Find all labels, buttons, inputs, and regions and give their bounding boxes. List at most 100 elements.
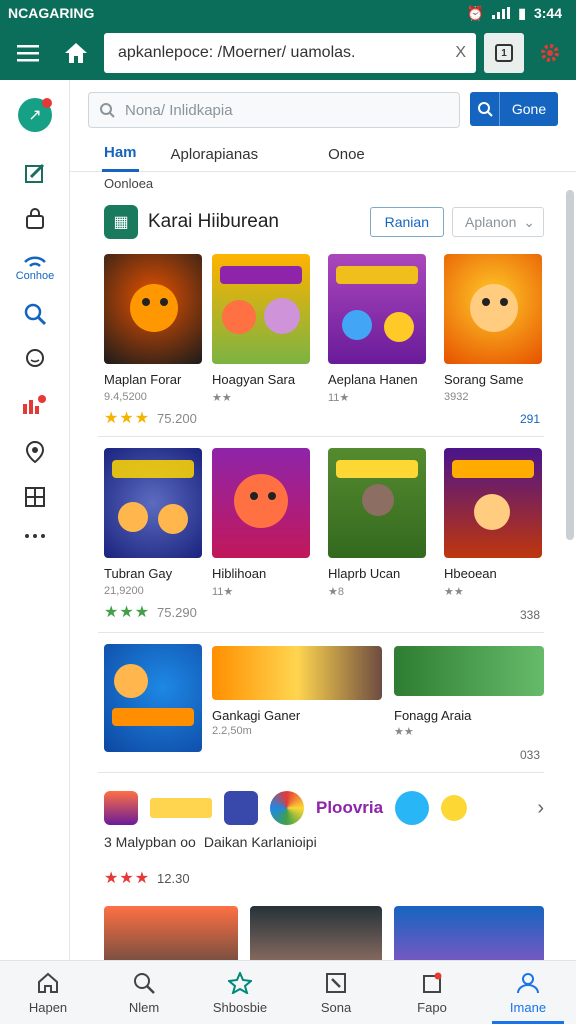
- chat-icon[interactable]: [0, 348, 70, 370]
- game-title: Hbeoean: [444, 566, 497, 581]
- location-icon[interactable]: [0, 440, 70, 464]
- app-logo-icon: ↗: [18, 98, 52, 132]
- status-carrier: NCAGARING: [8, 5, 95, 21]
- menu-icon[interactable]: [8, 33, 48, 73]
- search-input[interactable]: Nona/ Inlidkapia: [88, 92, 460, 128]
- rating: ★★★ 12.30: [104, 868, 190, 888]
- clear-url-button[interactable]: X: [455, 44, 466, 62]
- alarm-icon: ⏰: [466, 4, 485, 21]
- browser-toolbar: apkanlepoce: /Moerner/ uamolas. X 1: [0, 26, 576, 80]
- game-banner[interactable]: [104, 906, 238, 960]
- chevron-down-icon: ⌄: [523, 213, 535, 230]
- tab-ham[interactable]: Ham: [102, 136, 139, 172]
- divider: [98, 632, 544, 633]
- search-button[interactable]: Gone: [470, 92, 558, 126]
- game-thumbnail: [328, 254, 426, 364]
- item-count: 291: [520, 412, 541, 426]
- game-title: Maplan Forar: [104, 372, 182, 387]
- user-icon: [516, 970, 540, 996]
- left-rail: ↗ Conhoe: [0, 80, 70, 960]
- grid-icon[interactable]: [0, 486, 70, 508]
- game-thumbnail: [104, 644, 202, 752]
- search-icon: [133, 970, 155, 996]
- app-icon[interactable]: [395, 791, 430, 825]
- tab-count: 1: [495, 44, 513, 62]
- game-subtitle: 2.2,50m: [212, 725, 252, 737]
- game-card[interactable]: Sorang Same 3932: [444, 254, 544, 403]
- home-icon[interactable]: [56, 33, 96, 73]
- rail-connect[interactable]: Conhoe: [0, 254, 70, 282]
- lock-icon[interactable]: [0, 208, 70, 230]
- game-card[interactable]: Tubran Gay 21,9200: [104, 448, 204, 597]
- game-card[interactable]: Hiblihoan 11★: [212, 448, 312, 598]
- filter-select[interactable]: Aplanon ⌄: [452, 207, 544, 237]
- game-title: Fonagg Araia: [394, 708, 472, 723]
- nav-tools[interactable]: Sona: [288, 961, 384, 1024]
- tab-apps[interactable]: Aplorapianas: [171, 136, 259, 172]
- app-icon[interactable]: [224, 791, 258, 825]
- game-thumbnail: [212, 254, 310, 364]
- game-card[interactable]: Hoagyan Sara ★★: [212, 254, 312, 404]
- game-card[interactable]: Aeplana Hanen 11★: [328, 254, 428, 404]
- rating-stars: ★★★: [104, 870, 151, 887]
- nav-search[interactable]: Nlem: [96, 961, 192, 1024]
- rating: ★★★ 75.200: [104, 408, 197, 428]
- gear-icon[interactable]: [532, 35, 568, 71]
- section-title: Karai Hiiburean: [148, 211, 279, 232]
- nav-notifications[interactable]: Fapo: [384, 961, 480, 1024]
- game-thumbnail: [444, 254, 542, 364]
- app-icon[interactable]: [441, 795, 468, 821]
- nav-tools-label: Sona: [320, 1000, 352, 1015]
- edit-icon[interactable]: [0, 162, 70, 184]
- url-field[interactable]: apkanlepoce: /Moerner/ uamolas. X: [104, 33, 476, 73]
- item-count: 033: [520, 748, 541, 762]
- game-subtitle: 11★: [328, 392, 350, 404]
- item-count: 338: [520, 608, 541, 622]
- chevron-right-icon[interactable]: ›: [537, 797, 544, 820]
- game-banner[interactable]: [250, 906, 382, 960]
- game-subtitle: 11★: [212, 586, 234, 598]
- more-icon[interactable]: [0, 532, 70, 540]
- signal-icon: [492, 7, 511, 19]
- battery-icon: ▮: [518, 4, 526, 21]
- nav-home[interactable]: Hapen: [0, 961, 96, 1024]
- game-thumbnail: [104, 448, 202, 558]
- divider: [98, 436, 544, 437]
- edit-icon: [325, 970, 347, 996]
- nav-profile-label: Imane: [509, 1000, 547, 1015]
- game-title: Sorang Same: [444, 372, 524, 387]
- tab-other[interactable]: Onoe: [328, 136, 365, 172]
- game-subtitle: ★★: [394, 726, 414, 738]
- game-banner[interactable]: [394, 646, 544, 696]
- bell-icon: [421, 970, 443, 996]
- app-icon[interactable]: [270, 791, 304, 825]
- app-icon[interactable]: [150, 798, 212, 818]
- game-banner[interactable]: [394, 906, 544, 960]
- filter-select-value: Aplanon: [465, 214, 517, 230]
- scrollbar[interactable]: [566, 190, 574, 540]
- game-card[interactable]: Hbeoean ★★: [444, 448, 544, 598]
- game-banner[interactable]: [212, 646, 382, 700]
- app-icon[interactable]: [104, 791, 138, 825]
- ranking-button[interactable]: Ranian: [369, 207, 444, 237]
- wifi-icon: [24, 256, 46, 267]
- search-row: Nona/ Inlidkapia Gone: [88, 92, 558, 128]
- nav-featured[interactable]: Shbosbie: [192, 961, 288, 1024]
- game-card[interactable]: Hlaprb Ucan ★8: [328, 448, 428, 598]
- section-header: ▦ Karai Hiiburean Ranian Aplanon ⌄: [104, 204, 544, 240]
- rating: ★★★ 75.290: [104, 602, 197, 622]
- game-title: Hoagyan Sara: [212, 372, 296, 387]
- rating-stars: ★★★: [104, 410, 151, 427]
- game-card[interactable]: [104, 644, 204, 752]
- nav-profile[interactable]: Imane: [480, 961, 576, 1024]
- game-card[interactable]: Maplan Forar 9.4,5200: [104, 254, 204, 403]
- tabs-button[interactable]: 1: [484, 33, 524, 73]
- game-thumbnail: [212, 448, 310, 558]
- game-title: Tubran Gay: [104, 566, 173, 581]
- status-bar: NCAGARING ⏰ ▮ 3:44: [0, 0, 576, 26]
- status-time: 3:44: [533, 5, 562, 21]
- chart-icon[interactable]: [0, 394, 70, 416]
- search-icon[interactable]: [0, 302, 70, 326]
- rail-logo[interactable]: ↗: [0, 98, 70, 132]
- game-subtitle: 3932: [444, 391, 469, 403]
